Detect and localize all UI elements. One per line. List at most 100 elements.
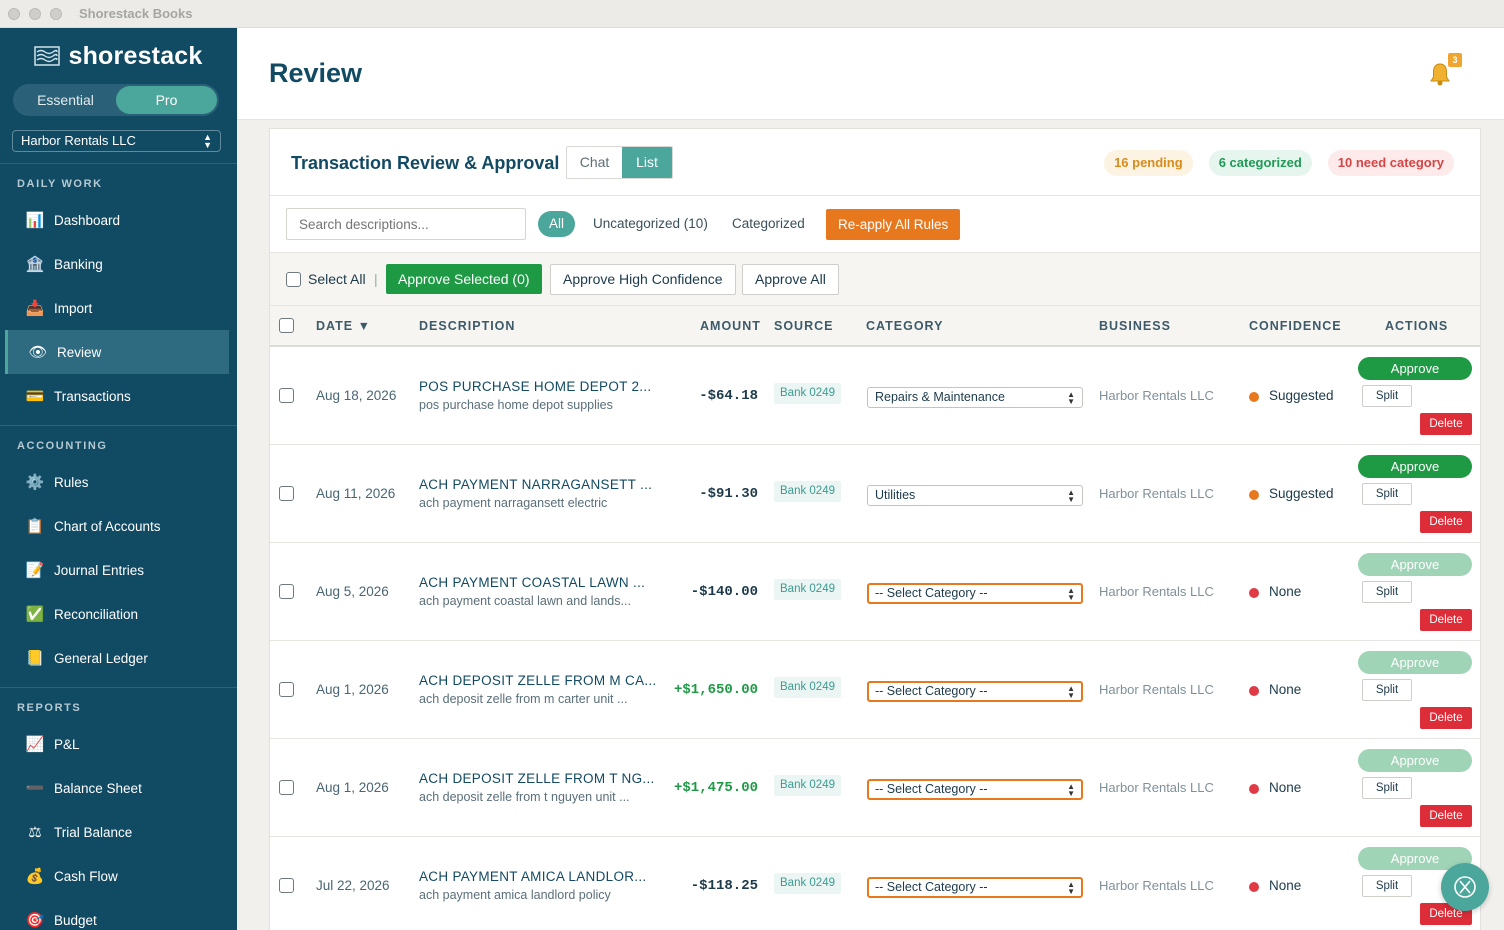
filter-categorized-pill[interactable]: Categorized (721, 211, 816, 237)
sidebar-item-banking[interactable]: 🏦 Banking (0, 242, 229, 286)
sidebar-item-general-ledger[interactable]: 📒 General Ledger (0, 636, 229, 680)
confidence-dot-icon (1249, 882, 1259, 892)
view-chat-button[interactable]: Chat (567, 147, 622, 178)
credit-card-icon: 💳 (25, 388, 45, 405)
confidence-dot-icon (1249, 490, 1259, 500)
row-split-button[interactable]: Split (1362, 777, 1412, 799)
sidebar-item-review[interactable]: 👁 Review (5, 330, 229, 374)
row-split-button[interactable]: Split (1362, 385, 1412, 407)
column-source-header: SOURCE (774, 319, 834, 333)
row-delete-button[interactable]: Delete (1420, 805, 1472, 827)
sidebar-item-label: Review (57, 344, 102, 360)
need-category-badge: 10 need category (1327, 150, 1454, 176)
approve-all-button[interactable]: Approve All (742, 264, 839, 295)
row-amount: +$1,650.00 (673, 682, 758, 698)
table-row: Aug 11, 2026 ACH PAYMENT NARRAGANSETT ..… (270, 445, 1480, 543)
row-description-sub: ach deposit zelle from m carter unit ... (419, 692, 628, 706)
filter-uncategorized-pill[interactable]: Uncategorized (10) (582, 211, 719, 237)
sidebar-item-label: Reconciliation (54, 606, 139, 622)
sidebar-item-reconciliation[interactable]: ✅ Reconciliation (0, 592, 229, 636)
sidebar-item-budget[interactable]: 🎯 Budget (0, 898, 229, 930)
row-date: Aug 18, 2026 (316, 388, 397, 403)
sidebar-item-label: Dashboard (54, 212, 121, 228)
header-checkbox[interactable] (279, 318, 294, 333)
row-approve-button[interactable]: Approve (1358, 749, 1472, 772)
brand: shorestack (0, 28, 237, 84)
row-approve-button[interactable]: Approve (1358, 651, 1472, 674)
row-amount: +$1,475.00 (673, 780, 758, 796)
confidence-dot-icon (1249, 588, 1259, 598)
row-category-select[interactable]: Repairs & Maintenance ▲ ▼ (867, 387, 1083, 408)
row-split-button[interactable]: Split (1362, 875, 1412, 897)
plan-toggle: Essential Pro (13, 84, 219, 116)
row-delete-button[interactable]: Delete (1420, 707, 1472, 729)
row-approve-button[interactable]: Approve (1358, 553, 1472, 576)
row-checkbox[interactable] (279, 388, 294, 403)
sidebar-item-journal-entries[interactable]: 📝 Journal Entries (0, 548, 229, 592)
panel-title: Transaction Review & Approval (291, 153, 560, 173)
row-checkbox[interactable] (279, 780, 294, 795)
row-category-select[interactable]: -- Select Category -- ▲ ▼ (867, 877, 1083, 898)
company-select[interactable]: Harbor Rentals LLC ▲ ▼ (12, 130, 221, 152)
row-checkbox[interactable] (279, 584, 294, 599)
confidence-dot-icon (1249, 784, 1259, 794)
plan-essential-button[interactable]: Essential (15, 86, 116, 114)
sidebar-item-trial-balance[interactable]: ⚖ Trial Balance (0, 810, 229, 854)
sidebar-item-balance-sheet[interactable]: ➖ Balance Sheet (0, 766, 229, 810)
row-business: Harbor Rentals LLC (1099, 388, 1214, 403)
row-business: Harbor Rentals LLC (1099, 780, 1214, 795)
sidebar-item-label: Transactions (54, 388, 131, 404)
table-row: Aug 1, 2026 ACH DEPOSIT ZELLE FROM M CA.… (270, 641, 1480, 739)
row-category-select[interactable]: -- Select Category -- ▲ ▼ (867, 779, 1083, 800)
wave-logo-icon (34, 46, 61, 66)
filter-all-pill[interactable]: All (538, 211, 576, 237)
row-delete-button[interactable]: Delete (1420, 511, 1472, 533)
select-all-checkbox[interactable] (286, 272, 301, 287)
row-category-value: Repairs & Maintenance (875, 390, 1005, 404)
column-business-header: BUSINESS (1099, 319, 1171, 333)
eye-icon: 👁 (28, 344, 48, 361)
row-approve-button[interactable]: Approve (1358, 357, 1472, 380)
sidebar-item-rules[interactable]: ⚙️ Rules (0, 460, 229, 504)
sidebar-item-transactions[interactable]: 💳 Transactions (0, 374, 229, 418)
select-all-label[interactable]: Select All (308, 271, 366, 287)
search-input[interactable] (286, 208, 526, 240)
brand-name: shorestack (68, 41, 203, 70)
page-title: Review (269, 58, 363, 88)
row-confidence: None (1269, 878, 1302, 893)
sidebar-item-pl[interactable]: 📈 P&L (0, 722, 229, 766)
row-checkbox[interactable] (279, 682, 294, 697)
column-category-header: CATEGORY (866, 319, 944, 333)
minimize-window-button[interactable] (29, 7, 41, 20)
sidebar-item-cash-flow[interactable]: 💰 Cash Flow (0, 854, 229, 898)
approve-high-confidence-button[interactable]: Approve High Confidence (550, 264, 736, 295)
row-delete-button[interactable]: Delete (1420, 413, 1472, 435)
close-window-button[interactable] (8, 7, 20, 20)
row-category-select[interactable]: Utilities ▲ ▼ (867, 485, 1083, 506)
view-list-button[interactable]: List (622, 147, 672, 178)
row-split-button[interactable]: Split (1362, 581, 1412, 603)
zoom-window-button[interactable] (50, 7, 62, 20)
row-source-badge: Bank 0249 (774, 579, 841, 600)
row-checkbox[interactable] (279, 878, 294, 893)
row-description-title: ACH PAYMENT NARRAGANSETT ... (419, 477, 653, 492)
reapply-rules-button[interactable]: Re-apply All Rules (826, 209, 961, 240)
row-delete-button[interactable]: Delete (1420, 609, 1472, 631)
column-date-header[interactable]: DATE ▼ (316, 319, 371, 333)
approve-selected-button[interactable]: Approve Selected (0) (386, 264, 542, 294)
sidebar-item-chart-of-accounts[interactable]: 📋 Chart of Accounts (0, 504, 229, 548)
row-category-select[interactable]: -- Select Category -- ▲ ▼ (867, 681, 1083, 702)
row-checkbox[interactable] (279, 486, 294, 501)
plan-pro-button[interactable]: Pro (116, 86, 217, 114)
sidebar-item-dashboard[interactable]: 📊 Dashboard (0, 198, 229, 242)
row-approve-button[interactable]: Approve (1358, 455, 1472, 478)
table-row: Aug 5, 2026 ACH PAYMENT COASTAL LAWN ...… (270, 543, 1480, 641)
sidebar-item-import[interactable]: 📥 Import (0, 286, 229, 330)
row-category-select[interactable]: -- Select Category -- ▲ ▼ (867, 583, 1083, 604)
panel-header: Transaction Review & Approval Chat List … (270, 129, 1480, 196)
column-confidence-header: CONFIDENCE (1249, 319, 1342, 333)
row-split-button[interactable]: Split (1362, 483, 1412, 505)
select-arrows-icon: ▲ ▼ (1067, 389, 1075, 406)
row-split-button[interactable]: Split (1362, 679, 1412, 701)
assistant-fab-button[interactable] (1441, 863, 1489, 911)
